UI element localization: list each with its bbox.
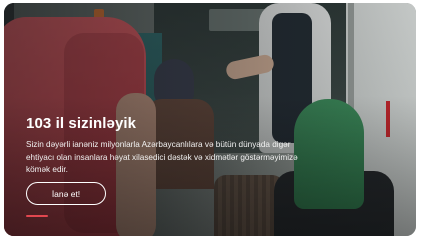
- slide-indicator: [26, 215, 48, 217]
- hero-content: 103 il sizinləyik Sizin dəyərli ianəniz …: [26, 115, 326, 177]
- hero-card: 103 il sizinləyik Sizin dəyərli ianəniz …: [4, 3, 416, 236]
- hero-description: Sizin dəyərli ianəniz milyonlarla Azərba…: [26, 140, 298, 174]
- donate-button[interactable]: İanə et!: [26, 182, 106, 205]
- hero-title: 103 il sizinləyik: [26, 115, 137, 132]
